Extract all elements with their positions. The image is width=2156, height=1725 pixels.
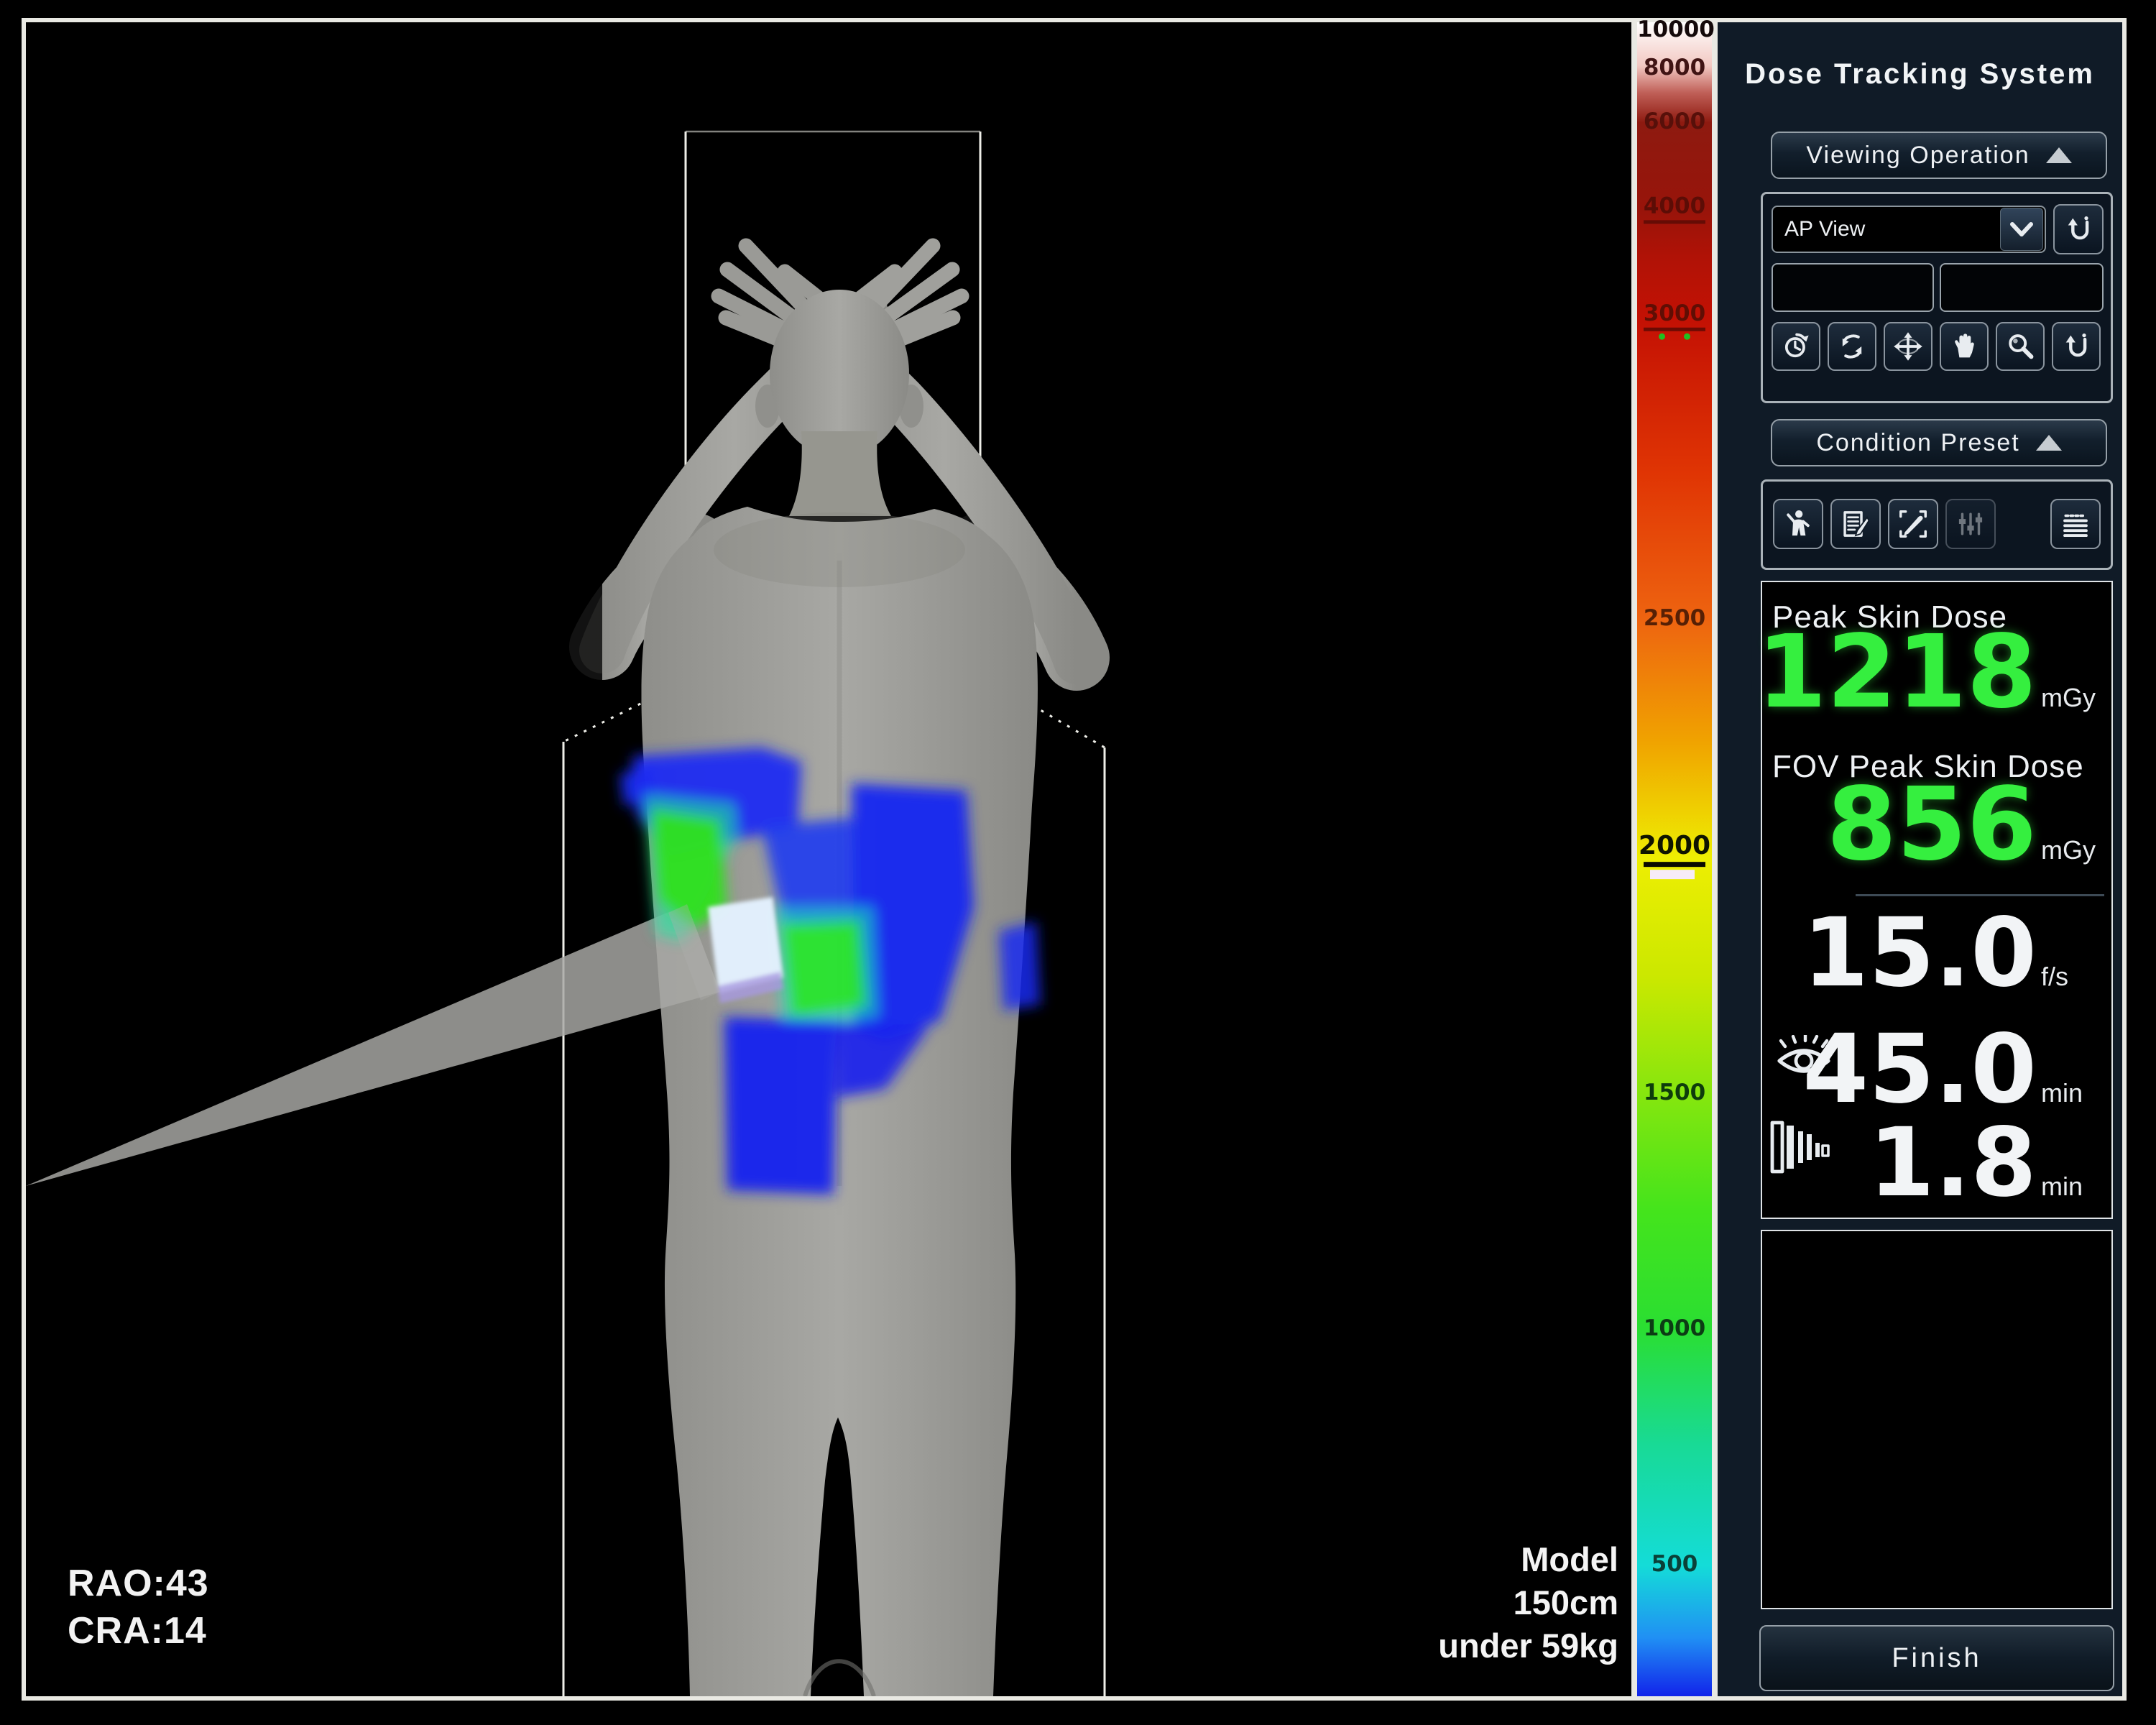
- dose-tracking-screen: RAO:43 CRA:14 Model 150cm under 59kg 100…: [0, 0, 2156, 1725]
- fluoro-time-row: 45.0 min: [1802, 1022, 2107, 1117]
- zoom-icon: [2004, 331, 2036, 362]
- condition-preset-group: [1761, 479, 2113, 570]
- colorbar-tick-1000: 1000: [1637, 1315, 1712, 1341]
- fov-peak-skin-dose-unit: mGy: [2041, 835, 2107, 865]
- pen-tool-button[interactable]: [1888, 499, 1938, 549]
- frame-rate-unit: f/s: [2041, 962, 2107, 992]
- xray-beam: [26, 904, 720, 1186]
- preset-tools-row: [1773, 499, 2101, 549]
- reset-view-icon: [2060, 331, 2092, 362]
- colorbar-tick-2500: 2500: [1637, 606, 1712, 632]
- beam-entry-field: [708, 897, 783, 1003]
- view-tools-row: [1772, 322, 2101, 371]
- window-frame: RAO:43 CRA:14 Model 150cm under 59kg 100…: [22, 18, 2127, 1701]
- dose-metrics-box: Peak Skin Dose 1218 mGy FOV Peak Skin Do…: [1761, 581, 2113, 1219]
- acquisition-time-unit: min: [2041, 1172, 2107, 1202]
- fluoro-time-unit: min: [2041, 1078, 2107, 1108]
- viewing-operation-group: AP View: [1761, 192, 2113, 403]
- pan-hand-icon: [1948, 331, 1980, 362]
- view-select-value: AP View: [1773, 217, 2000, 242]
- reset-view-button-2[interactable]: [2052, 322, 2101, 371]
- message-area: [1761, 1230, 2113, 1609]
- frame-rate-row: 15.0 f/s: [1802, 906, 2107, 1000]
- peak-skin-dose-value: 1218: [1756, 622, 2037, 723]
- view-name-field-1[interactable]: [1772, 263, 1934, 312]
- list-menu-button[interactable]: [2050, 499, 2101, 549]
- reset-view-icon: [2063, 213, 2094, 245]
- body-model-scene: [26, 22, 1631, 1696]
- colorbar-tick-500: 500: [1637, 1552, 1712, 1578]
- colorbar-tick-4000: 4000: [1637, 193, 1712, 224]
- rao-angle: RAO:43: [68, 1560, 209, 1607]
- view-name-field-2[interactable]: [1940, 263, 2104, 312]
- zoom-button[interactable]: [1996, 322, 2045, 371]
- finish-button[interactable]: Finish: [1759, 1625, 2114, 1691]
- acquisition-time-value: 1.8: [1869, 1116, 2037, 1210]
- control-panel: Dose Tracking System Viewing Operation A…: [1718, 22, 2122, 1696]
- reset-view-button[interactable]: [2053, 204, 2104, 254]
- cra-angle: CRA:14: [68, 1607, 209, 1655]
- pen-tool-icon: [1897, 507, 1930, 540]
- move-button[interactable]: [1884, 322, 1932, 371]
- sliders-icon: [1954, 507, 1987, 540]
- colorbar-tick-3000: 3000: [1637, 300, 1712, 340]
- fov-peak-skin-dose-row: 856 mGy: [1827, 775, 2107, 875]
- model-info: Model 150cm under 59kg: [1438, 1538, 1618, 1668]
- 3d-viewport[interactable]: RAO:43 CRA:14 Model 150cm under 59kg: [26, 22, 1631, 1696]
- rotate-clock-button[interactable]: [1772, 322, 1820, 371]
- metrics-divider: [1856, 894, 2104, 896]
- peak-skin-dose-unit: mGy: [2041, 683, 2107, 713]
- colorbar-tick-1500: 1500: [1637, 1080, 1712, 1105]
- protocol-edit-button[interactable]: [1830, 499, 1881, 549]
- collapse-up-icon: [2046, 147, 2072, 163]
- rotate-clock-icon: [1780, 331, 1812, 362]
- colorbar-tick-10000: 10000: [1637, 17, 1712, 42]
- gantry-angles: RAO:43 CRA:14: [68, 1560, 209, 1655]
- finish-button-label: Finish: [1892, 1643, 1981, 1674]
- colorbar-tick-2000: 2000: [1637, 831, 1712, 879]
- viewing-operation-header[interactable]: Viewing Operation: [1771, 132, 2107, 179]
- rotate-3d-button[interactable]: [1828, 322, 1876, 371]
- patient-icon: [1782, 507, 1815, 540]
- pan-button[interactable]: [1940, 322, 1989, 371]
- sliders-button[interactable]: [1945, 499, 1996, 549]
- chevron-down-icon[interactable]: [2000, 208, 2043, 251]
- fluoro-time-value: 45.0: [1802, 1022, 2037, 1117]
- condition-preset-header[interactable]: Condition Preset: [1771, 419, 2107, 466]
- frame-rate-value: 15.0: [1802, 906, 2037, 1000]
- condition-preset-label: Condition Preset: [1816, 429, 2019, 457]
- protocol-edit-icon: [1839, 507, 1872, 540]
- acquisition-bars-icon: [1769, 1120, 1830, 1177]
- move-icon: [1892, 331, 1924, 362]
- app-title: Dose Tracking System: [1718, 58, 2122, 91]
- patient-button[interactable]: [1773, 499, 1823, 549]
- view-select-dropdown[interactable]: AP View: [1772, 206, 2046, 253]
- dose-colorbar: 1000080006000400030002500200015001000500: [1631, 22, 1718, 1696]
- collapse-up-icon: [2036, 435, 2062, 451]
- viewing-operation-label: Viewing Operation: [1806, 142, 2030, 170]
- list-menu-icon: [2059, 507, 2092, 540]
- rotate-3d-icon: [1836, 331, 1868, 362]
- fov-peak-skin-dose-value: 856: [1827, 775, 2037, 875]
- colorbar-ticks: 1000080006000400030002500200015001000500: [1637, 22, 1712, 1696]
- acquisition-time-row: 1.8 min: [1869, 1116, 2107, 1210]
- peak-skin-dose-row: 1218 mGy: [1756, 622, 2107, 723]
- colorbar-tick-8000: 8000: [1637, 55, 1712, 80]
- colorbar-tick-6000: 6000: [1637, 109, 1712, 134]
